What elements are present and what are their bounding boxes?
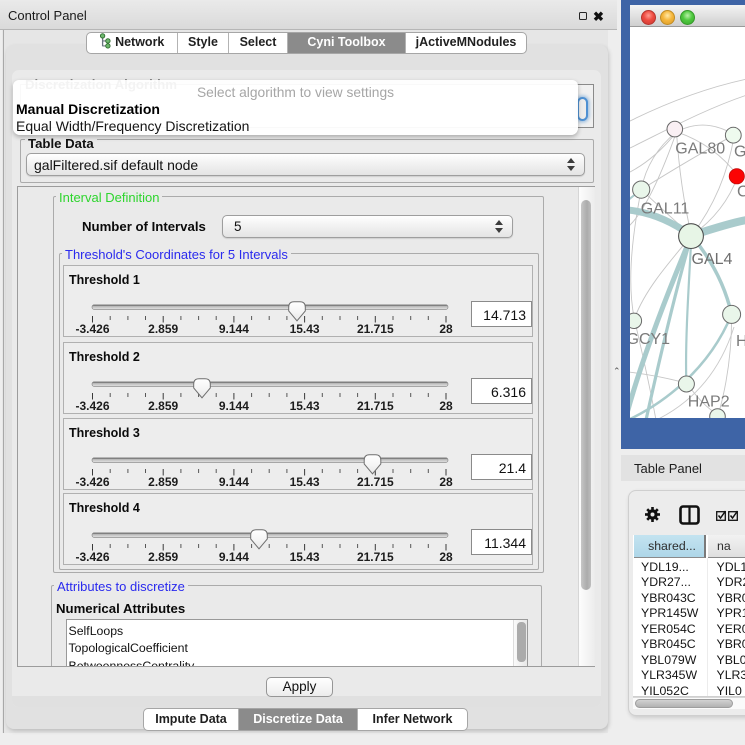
svg-text:2.859: 2.859 xyxy=(148,475,178,489)
svg-text:CD: CD xyxy=(737,184,745,201)
svg-text:GAL4: GAL4 xyxy=(692,251,733,268)
svg-text:GAL11: GAL11 xyxy=(641,200,690,217)
svg-text:9.144: 9.144 xyxy=(219,475,249,489)
svg-text:9.144: 9.144 xyxy=(219,322,249,336)
svg-text:-3.426: -3.426 xyxy=(75,550,109,564)
svg-text:GA: GA xyxy=(734,144,745,161)
svg-text:GAL80: GAL80 xyxy=(675,141,725,158)
svg-text:2.859: 2.859 xyxy=(148,399,178,413)
svg-text:15.43: 15.43 xyxy=(290,475,320,489)
svg-text:15.43: 15.43 xyxy=(290,399,320,413)
svg-text:GCY1: GCY1 xyxy=(630,331,670,348)
svg-text:21.715: 21.715 xyxy=(357,399,394,413)
svg-text:28: 28 xyxy=(439,399,453,413)
svg-text:28: 28 xyxy=(439,475,453,489)
svg-text:9.144: 9.144 xyxy=(219,550,249,564)
svg-text:15.43: 15.43 xyxy=(290,550,320,564)
svg-text:21.715: 21.715 xyxy=(357,322,394,336)
svg-text:2.859: 2.859 xyxy=(148,322,178,336)
svg-text:21.715: 21.715 xyxy=(357,475,394,489)
svg-text:2.859: 2.859 xyxy=(148,550,178,564)
svg-text:21.715: 21.715 xyxy=(357,550,394,564)
svg-text:-3.426: -3.426 xyxy=(75,475,109,489)
svg-text:28: 28 xyxy=(439,550,453,564)
svg-text:9.144: 9.144 xyxy=(219,399,249,413)
svg-text:-3.426: -3.426 xyxy=(75,399,109,413)
svg-text:HI: HI xyxy=(736,333,745,350)
svg-text:HAP2: HAP2 xyxy=(688,394,730,411)
svg-text:15.43: 15.43 xyxy=(290,322,320,336)
svg-text:-3.426: -3.426 xyxy=(75,322,109,336)
svg-text:28: 28 xyxy=(439,322,453,336)
